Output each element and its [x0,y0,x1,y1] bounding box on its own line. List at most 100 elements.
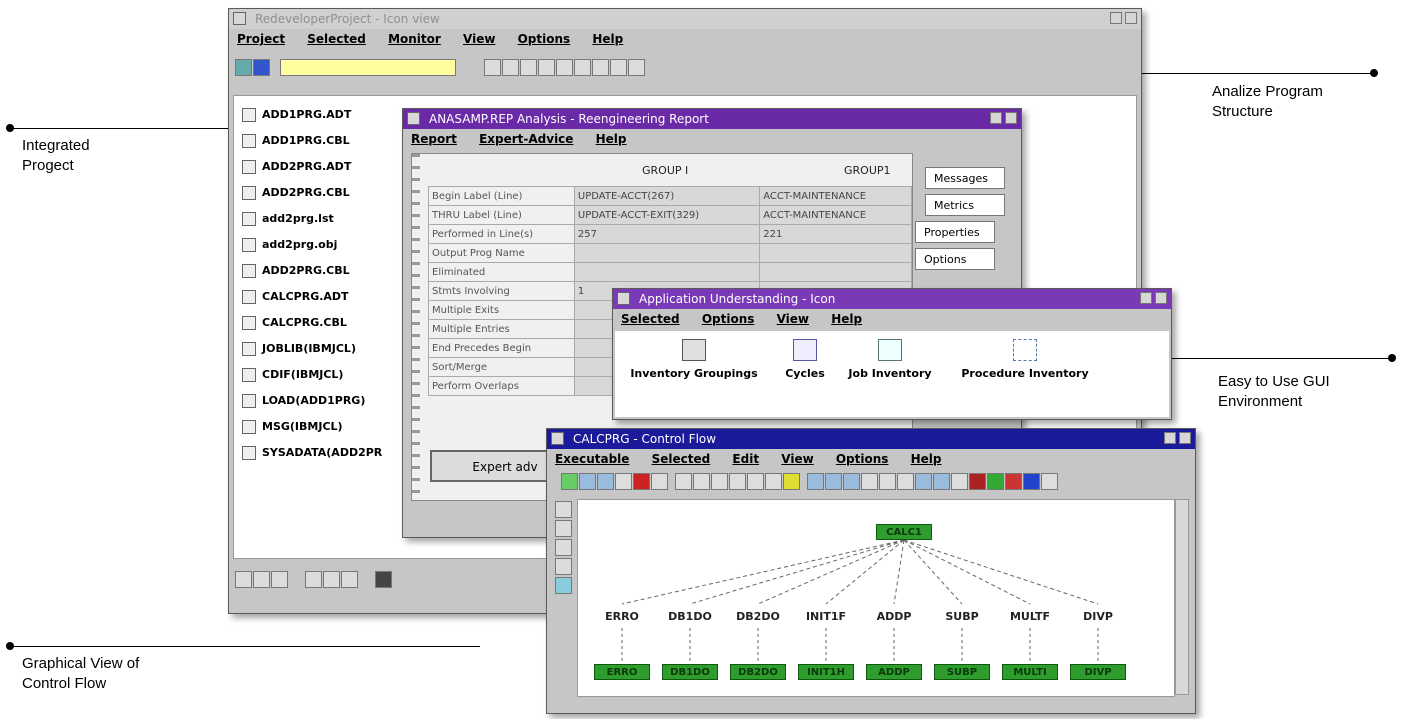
toolbar-icon[interactable] [520,59,538,76]
toolbar-icon[interactable] [675,473,692,490]
flow-child-label[interactable]: MULTF [998,610,1062,623]
toolbar-icon[interactable] [610,59,628,76]
toolbar-icon[interactable] [651,473,668,490]
toolbar-icon[interactable] [484,59,502,76]
file-item[interactable]: add2prg.lst [242,210,382,236]
menu-expert-advice[interactable]: Expert-Advice [479,132,573,146]
toolbar-icon[interactable] [628,59,646,76]
side-tool-icon[interactable] [555,558,572,575]
menu-view[interactable]: View [781,452,813,466]
system-menu-icon[interactable] [233,12,246,25]
app-titlebar[interactable]: Application Understanding - Icon [613,289,1171,309]
menu-selected[interactable]: Selected [307,32,366,46]
file-item[interactable]: ADD1PRG.CBL [242,132,382,158]
toolbar-icon[interactable] [633,473,650,490]
flow-leaf-node[interactable]: MULTI [1002,664,1058,680]
flow-child-label[interactable]: ERRO [590,610,654,623]
toolbar-icon[interactable] [592,59,610,76]
file-item[interactable]: ADD2PRG.ADT [242,158,382,184]
toolbar-icon[interactable] [253,59,270,76]
status-icon[interactable] [235,571,252,588]
file-item[interactable]: MSG(IBMJCL) [242,418,382,444]
file-item[interactable]: LOAD(ADD1PRG) [242,392,382,418]
side-tool-icon[interactable] [555,539,572,556]
magnifier-icon[interactable] [407,112,420,125]
flow-leaf-node[interactable]: INIT1H [798,664,854,680]
status-icon[interactable] [305,571,323,588]
flow-leaf-node[interactable]: DB1DO [662,664,718,680]
toolbar-icon[interactable] [235,59,252,76]
row-value[interactable] [759,262,912,282]
filter-input[interactable] [280,59,457,76]
file-item[interactable]: JOBLIB(IBMJCL) [242,340,382,366]
side-tool-icon[interactable] [555,577,572,594]
toolbar-icon[interactable] [843,473,860,490]
minimize-icon[interactable] [1110,12,1122,24]
file-item[interactable]: ADD2PRG.CBL [242,184,382,210]
toolbar-icon[interactable] [1023,473,1040,490]
flow-child-label[interactable]: DIVP [1066,610,1130,623]
side-tool-icon[interactable] [555,501,572,518]
menu-options[interactable]: Options [836,452,889,466]
procedure-inventory-item[interactable]: Procedure Inventory [951,339,1099,380]
row-value[interactable]: UPDATE-ACCT-EXIT(329) [573,205,761,225]
toolbar-icon[interactable] [951,473,968,490]
flow-vscrollbar[interactable] [1175,499,1189,695]
flow-child-label[interactable]: INIT1F [794,610,858,623]
row-value[interactable] [573,262,761,282]
row-value[interactable]: UPDATE-ACCT(267) [573,186,761,206]
status-icon[interactable] [323,571,341,588]
toolbar-icon[interactable] [807,473,824,490]
toolbar-icon[interactable] [538,59,556,76]
toolbar-icon[interactable] [597,473,614,490]
toolbar-icon[interactable] [693,473,710,490]
flow-child-label[interactable]: SUBP [930,610,994,623]
tab-properties[interactable]: Properties [915,221,995,243]
minimize-icon[interactable] [1164,432,1176,444]
menu-help[interactable]: Help [911,452,942,466]
toolbar-icon[interactable] [615,473,632,490]
status-icon[interactable] [271,571,288,588]
tab-options[interactable]: Options [915,248,995,270]
toolbar-icon[interactable] [897,473,914,490]
toolbar-icon[interactable] [915,473,932,490]
flow-root-node[interactable]: CALC1 [876,524,932,540]
side-tool-icon[interactable] [555,520,572,537]
toolbar-icon[interactable] [825,473,842,490]
toolbar-icon[interactable] [711,473,728,490]
menu-help[interactable]: Help [592,32,623,46]
inventory-groupings-item[interactable]: Inventory Groupings [629,339,759,380]
tab-metrics[interactable]: Metrics [925,194,1005,216]
toolbar-icon[interactable] [729,473,746,490]
maximize-icon[interactable] [1125,12,1137,24]
flow-child-label[interactable]: DB2DO [726,610,790,623]
maximize-icon[interactable] [1005,112,1017,124]
flow-titlebar[interactable]: CALCPRG - Control Flow [547,429,1195,449]
menu-view[interactable]: View [463,32,495,46]
analysis-titlebar[interactable]: ANASAMP.REP Analysis - Reengineering Rep… [403,109,1021,129]
file-item[interactable]: CDIF(IBMJCL) [242,366,382,392]
menu-help[interactable]: Help [831,312,862,326]
flow-leaf-node[interactable]: ERRO [594,664,650,680]
status-icon[interactable] [375,571,393,588]
toolbar-icon[interactable] [561,473,578,490]
menu-executable[interactable]: Executable [555,452,629,466]
flow-leaf-node[interactable]: DB2DO [730,664,786,680]
menu-options[interactable]: Options [518,32,571,46]
menu-help[interactable]: Help [596,132,627,146]
file-item[interactable]: CALCPRG.ADT [242,288,382,314]
menu-report[interactable]: Report [411,132,457,146]
toolbar-icon[interactable] [1005,473,1022,490]
row-value[interactable]: ACCT-MAINTENANCE [759,205,912,225]
toolbar-icon[interactable] [933,473,950,490]
toolbar-icon[interactable] [747,473,764,490]
row-value[interactable] [759,243,912,263]
file-item[interactable]: CALCPRG.CBL [242,314,382,340]
toolbar-icon[interactable] [574,59,592,76]
flow-child-label[interactable]: ADDP [862,610,926,623]
job-inventory-item[interactable]: Job Inventory [841,339,939,380]
menu-options[interactable]: Options [702,312,755,326]
file-item[interactable]: ADD2PRG.CBL [242,262,382,288]
tab-messages[interactable]: Messages [925,167,1005,189]
system-menu-icon[interactable] [551,432,564,445]
